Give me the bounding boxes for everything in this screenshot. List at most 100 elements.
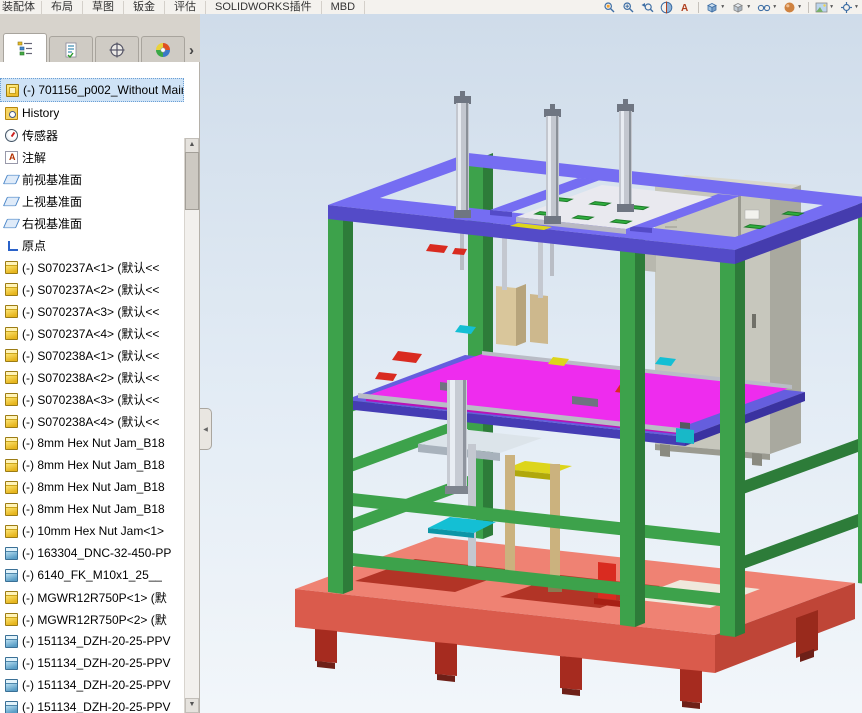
part-yellow-icon — [5, 261, 18, 274]
ribbon-tab-1[interactable]: 布局 — [42, 1, 83, 14]
caret-down-icon: ▼ — [772, 4, 777, 10]
tree-item[interactable]: (-) S070237A<1> (默认<< — [0, 256, 184, 278]
tree-root-item[interactable]: (-) 701156_p002_Without Main — [0, 78, 184, 102]
tree-item-label: (-) 151134_DZH-20-25-PPV — [22, 678, 171, 692]
apply-scene-icon[interactable]: ▼ — [815, 1, 834, 14]
tree-item[interactable]: (-) 151134_DZH-20-25-PPV — [0, 696, 184, 713]
tab-configurationmanager[interactable] — [95, 36, 139, 62]
tree-item[interactable]: 前视基准面 — [0, 168, 184, 190]
ribbon-tab-label: 装配体 — [2, 1, 35, 13]
tab-propertymanager[interactable] — [49, 36, 93, 62]
previous-view-icon[interactable] — [641, 1, 654, 14]
graphics-viewport[interactable] — [200, 14, 862, 713]
tree-item[interactable]: (-) 151134_DZH-20-25-PPV — [0, 630, 184, 652]
tree-item[interactable]: (-) S070238A<1> (默认<< — [0, 344, 184, 366]
ribbon-tab-5[interactable]: SOLIDWORKS插件 — [206, 1, 322, 14]
scrollbar-thumb[interactable] — [185, 152, 199, 210]
tree-item-label: (-) 163304_DNC-32-450-PP — [22, 546, 171, 560]
tree-item-label: (-) 151134_DZH-20-25-PPV — [22, 656, 171, 670]
featuremanager-tree-panel: (-) 701156_p002_Without Main History 传感器… — [0, 62, 200, 713]
part-yellow-icon — [5, 393, 18, 406]
dynamic-annotation-views-icon[interactable]: A — [679, 1, 692, 14]
scroll-up-icon[interactable]: ▲ — [185, 138, 199, 153]
ribbon-tab-0[interactable]: 装配体 — [0, 1, 42, 14]
view-orientation-icon[interactable]: ▼ — [705, 1, 725, 14]
tree-item[interactable]: (-) S070237A<2> (默认<< — [0, 278, 184, 300]
tree-item[interactable]: 注解 — [0, 146, 184, 168]
part-blue-icon — [5, 569, 18, 582]
tree-scrollbar[interactable]: ▲ ▼ — [184, 138, 199, 713]
caret-down-icon: ▼ — [829, 4, 834, 10]
tree-item[interactable]: (-) S070237A<3> (默认<< — [0, 300, 184, 322]
caret-down-icon: ▼ — [797, 4, 802, 10]
scroll-down-icon[interactable]: ▼ — [185, 698, 199, 713]
tree-item[interactable]: (-) 151134_DZH-20-25-PPV — [0, 652, 184, 674]
part-blue-icon — [5, 679, 18, 692]
svg-text:A: A — [681, 3, 688, 14]
panel-splitter-handle[interactable]: ◀ — [200, 408, 212, 450]
tree-item-label: 前视基准面 — [22, 171, 82, 188]
display-style-icon[interactable]: ▼ — [731, 1, 751, 14]
panel-tabs — [3, 33, 187, 62]
tree-item-label: (-) S070237A<3> (默认<< — [22, 303, 159, 320]
ribbon-tab-2[interactable]: 草图 — [83, 1, 124, 14]
tree-item-label: 右视基准面 — [22, 215, 82, 232]
plane-icon — [3, 174, 20, 183]
tree-item-label: (-) 10mm Hex Nut Jam<1> — [22, 524, 164, 538]
tree-item-label: 传感器 — [22, 127, 58, 144]
tree-item[interactable]: (-) 163304_DNC-32-450-PP — [0, 542, 184, 564]
ribbon-bar: 装配体 布局 草图 钣金 评估 SOLIDWORKS插件 MBD A ▼ — [0, 0, 862, 15]
tab-featuremanager-tree[interactable] — [3, 33, 47, 62]
section-view-icon[interactable] — [660, 1, 673, 14]
part-blue-icon — [5, 701, 18, 713]
tab-displaymanager[interactable] — [141, 36, 185, 62]
part-yellow-icon — [5, 305, 18, 318]
ribbon-tab-3[interactable]: 钣金 — [124, 1, 165, 14]
tree-item[interactable]: (-) 151134_DZH-20-25-PPV — [0, 674, 184, 696]
tree-item[interactable]: 上视基准面 — [0, 190, 184, 212]
part-yellow-icon — [5, 327, 18, 340]
tree-item-label: (-) 151134_DZH-20-25-PPV — [22, 634, 171, 648]
tree-item[interactable]: (-) 10mm Hex Nut Jam<1> — [0, 520, 184, 542]
tree-item[interactable]: (-) 8mm Hex Nut Jam_B18 — [0, 476, 184, 498]
ribbon-tab-4[interactable]: 评估 — [165, 1, 206, 14]
tree-item-label: (-) 151134_DZH-20-25-PPV — [22, 700, 171, 713]
ribbon-tab-6[interactable]: MBD — [322, 1, 365, 14]
tree-item[interactable]: (-) S070238A<3> (默认<< — [0, 388, 184, 410]
tree-item[interactable]: (-) S070238A<2> (默认<< — [0, 366, 184, 388]
history-icon — [5, 107, 18, 120]
tree-item[interactable]: (-) S070237A<4> (默认<< — [0, 322, 184, 344]
assembly-icon — [6, 84, 19, 97]
sensors-icon — [5, 129, 18, 142]
tree-item[interactable]: (-) 8mm Hex Nut Jam_B18 — [0, 498, 184, 520]
tree-item-label: (-) 8mm Hex Nut Jam_B18 — [22, 458, 165, 472]
part-yellow-icon — [5, 349, 18, 362]
tree-item[interactable]: (-) MGWR12R750P<1> (默 — [0, 586, 184, 608]
tree-item[interactable]: 传感器 — [0, 124, 184, 146]
tree-item[interactable]: (-) 6140_FK_M10x1_25__ — [0, 564, 184, 586]
tree-item[interactable]: (-) 8mm Hex Nut Jam_B18 — [0, 432, 184, 454]
edit-appearance-icon[interactable]: ▼ — [783, 1, 802, 14]
tree-item-label: (-) S070237A<2> (默认<< — [22, 281, 159, 298]
tree-item-label: (-) S070237A<4> (默认<< — [22, 325, 159, 342]
tree-item-label: (-) S070238A<1> (默认<< — [22, 347, 159, 364]
tree-item-label: 原点 — [22, 237, 46, 254]
tree-item[interactable]: 右视基准面 — [0, 212, 184, 234]
ribbon-tab-label: 钣金 — [133, 1, 155, 13]
part-yellow-icon — [5, 283, 18, 296]
panel-expand-chevron[interactable]: › — [189, 44, 194, 58]
ribbon-tab-label: SOLIDWORKS插件 — [215, 1, 312, 13]
zoom-to-fit-icon[interactable] — [603, 1, 616, 14]
part-blue-icon — [5, 657, 18, 670]
hide-show-items-icon[interactable]: ▼ — [757, 1, 777, 14]
tree-item-label: (-) MGWR12R750P<1> (默 — [22, 589, 167, 606]
tree-item[interactable]: (-) S070238A<4> (默认<< — [0, 410, 184, 432]
tree-item[interactable]: History — [0, 102, 184, 124]
tree-item[interactable]: 原点 — [0, 234, 184, 256]
tree-item[interactable]: (-) MGWR12R750P<2> (默 — [0, 608, 184, 630]
tree-item-label: (-) 8mm Hex Nut Jam_B18 — [22, 502, 165, 516]
tree-item[interactable]: (-) 8mm Hex Nut Jam_B18 — [0, 454, 184, 476]
tree-item-label: (-) S070238A<2> (默认<< — [22, 369, 159, 386]
zoom-to-area-icon[interactable] — [622, 1, 635, 14]
view-settings-icon[interactable]: ▼ — [840, 1, 859, 14]
